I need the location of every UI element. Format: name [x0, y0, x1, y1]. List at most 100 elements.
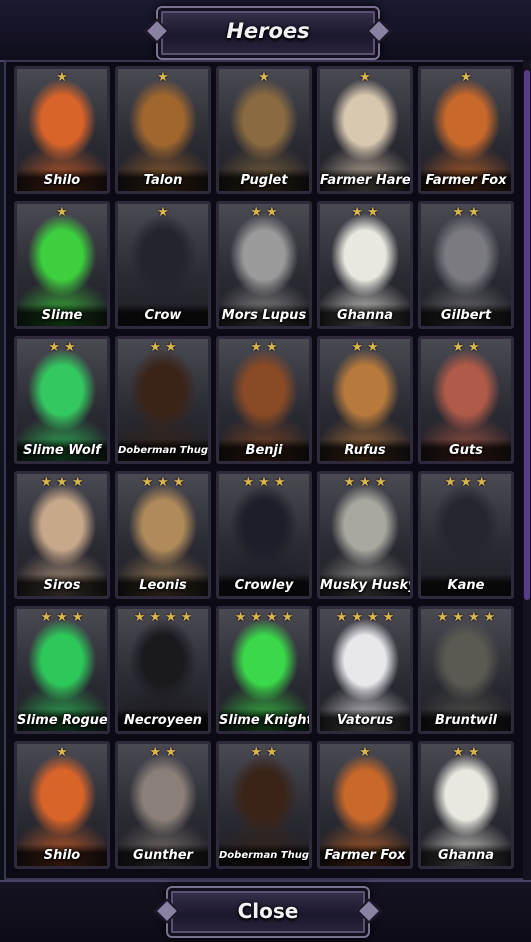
hero-name: Vatorus — [336, 713, 394, 728]
hero-card[interactable]: ★ Farmer Fox — [317, 741, 413, 869]
star-icon: ★ — [157, 475, 169, 490]
hero-name: Farmer Hare — [320, 173, 411, 188]
hero-card[interactable]: ★ Talon — [115, 66, 211, 194]
title-plate: Heroes — [156, 6, 380, 60]
hero-card[interactable]: ★ ★ ★ ★ Necroyeen — [115, 606, 211, 734]
hero-card[interactable]: ★ ★ Slime Wolf — [14, 336, 110, 464]
hero-card[interactable]: ★ ★ ★ ★ Slime Knight — [216, 606, 312, 734]
star-rating: ★ — [17, 206, 107, 220]
star-icon: ★ — [56, 745, 68, 760]
star-icon: ★ — [351, 205, 363, 220]
star-icon: ★ — [133, 610, 146, 625]
star-icon: ★ — [165, 610, 177, 625]
hero-card[interactable]: ★ Farmer Fox — [418, 66, 514, 194]
hero-card[interactable]: ★ ★ Doberman Thug — [115, 336, 211, 464]
hero-name: Slime Wolf — [23, 443, 101, 458]
hero-name: Kane — [447, 578, 485, 593]
hero-card[interactable]: ★ ★ Rufus — [317, 336, 413, 464]
star-icon: ★ — [483, 610, 496, 625]
star-icon: ★ — [374, 475, 387, 490]
hero-name: Necroyeen — [123, 713, 203, 728]
star-rating: ★ ★ ★ ★ — [118, 611, 208, 625]
close-button-label: Close — [237, 899, 299, 923]
hero-name: Farmer Fox — [425, 173, 507, 188]
star-icon: ★ — [343, 475, 356, 490]
star-icon: ★ — [468, 610, 480, 625]
star-icon: ★ — [56, 610, 68, 625]
star-rating: ★ — [118, 206, 208, 220]
hero-card[interactable]: ★ ★ ★ ★ Vatorus — [317, 606, 413, 734]
hero-card[interactable]: ★ ★ ★ Kane — [418, 471, 514, 599]
hero-name: Slime Knight — [219, 713, 312, 728]
hero-card[interactable]: ★ ★ Ghanna — [418, 741, 514, 869]
star-rating: ★ ★ ★ — [17, 611, 107, 625]
hero-name: Crow — [144, 308, 182, 323]
hero-card[interactable]: ★ ★ Gunther — [115, 741, 211, 869]
star-rating: ★ ★ ★ — [421, 476, 511, 490]
star-icon: ★ — [382, 610, 395, 625]
hero-name: Puglet — [240, 173, 288, 188]
hero-name: Leonis — [139, 578, 187, 593]
star-rating: ★ ★ — [320, 341, 410, 355]
star-icon: ★ — [250, 745, 262, 760]
hero-card[interactable]: ★ Puglet — [216, 66, 312, 194]
hero-card[interactable]: ★ ★ Benji — [216, 336, 312, 464]
hero-card[interactable]: ★ ★ Ghanna — [317, 201, 413, 329]
hero-card[interactable]: ★ ★ ★ Slime Rogue — [14, 606, 110, 734]
star-icon: ★ — [165, 745, 177, 760]
star-icon: ★ — [180, 610, 193, 625]
star-icon: ★ — [71, 610, 84, 625]
star-icon: ★ — [56, 205, 68, 220]
hero-name: Talon — [143, 173, 183, 188]
hero-card[interactable]: ★ ★ Guts — [418, 336, 514, 464]
star-icon: ★ — [149, 745, 161, 760]
scrollbar-thumb[interactable] — [524, 70, 530, 600]
star-icon: ★ — [149, 340, 161, 355]
star-icon: ★ — [250, 340, 262, 355]
hero-name: Rufus — [344, 443, 386, 458]
star-rating: ★ ★ ★ ★ — [320, 611, 410, 625]
hero-card[interactable]: ★ Shilo — [14, 66, 110, 194]
hero-card[interactable]: ★ ★ Doberman Thug — [216, 741, 312, 869]
star-icon: ★ — [266, 610, 278, 625]
hero-card[interactable]: ★ ★ ★ Crowley — [216, 471, 312, 599]
star-icon: ★ — [452, 205, 464, 220]
star-icon: ★ — [460, 475, 472, 490]
star-rating: ★ — [421, 71, 511, 85]
close-button[interactable]: Close — [166, 886, 370, 938]
star-icon: ★ — [258, 475, 270, 490]
star-icon: ★ — [468, 205, 480, 220]
hero-card[interactable]: ★ Slime — [14, 201, 110, 329]
hero-card[interactable]: ★ ★ Mors Lupus — [216, 201, 312, 329]
star-icon: ★ — [273, 475, 286, 490]
star-icon: ★ — [165, 340, 177, 355]
hero-name: Guts — [449, 443, 483, 458]
star-icon: ★ — [242, 475, 255, 490]
hero-name: Siros — [43, 578, 81, 593]
hero-card[interactable]: ★ Farmer Hare — [317, 66, 413, 194]
hero-card[interactable]: ★ ★ ★ Siros — [14, 471, 110, 599]
star-icon: ★ — [141, 475, 154, 490]
hero-card[interactable]: ★ ★ Gilbert — [418, 201, 514, 329]
star-icon: ★ — [258, 70, 270, 85]
star-icon: ★ — [281, 610, 294, 625]
hero-name: Slime — [41, 308, 83, 323]
star-icon: ★ — [71, 475, 84, 490]
star-rating: ★ ★ ★ — [17, 476, 107, 490]
hero-name: Ghanna — [438, 848, 494, 863]
star-icon: ★ — [367, 205, 379, 220]
star-rating: ★ ★ ★ — [118, 476, 208, 490]
star-rating: ★ ★ — [421, 746, 511, 760]
hero-card[interactable]: ★ Shilo — [14, 741, 110, 869]
hero-name: Shilo — [43, 848, 81, 863]
hero-card[interactable]: ★ ★ ★ ★ Bruntwil — [418, 606, 514, 734]
hero-name: Bruntwil — [435, 713, 497, 728]
star-icon: ★ — [351, 340, 363, 355]
hero-card[interactable]: ★ ★ ★ Musky Husky — [317, 471, 413, 599]
hero-name: Gunther — [133, 848, 193, 863]
hero-name: Ghanna — [337, 308, 393, 323]
hero-card[interactable]: ★ ★ ★ Leonis — [115, 471, 211, 599]
star-icon: ★ — [266, 340, 278, 355]
star-rating: ★ — [219, 71, 309, 85]
hero-card[interactable]: ★ Crow — [115, 201, 211, 329]
